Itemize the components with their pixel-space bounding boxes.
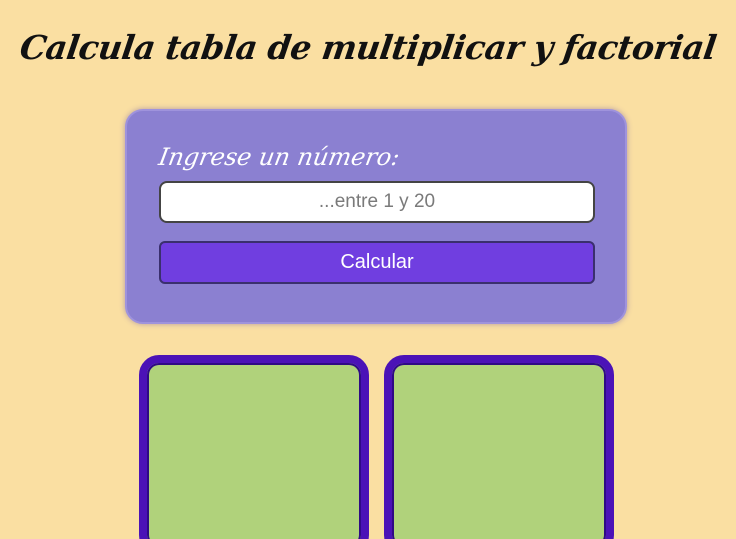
number-label: Ingrese un número: — [156, 143, 403, 171]
calculate-button[interactable]: Calcular — [159, 241, 595, 284]
multiplication-table-panel — [139, 355, 369, 539]
number-input[interactable] — [159, 181, 595, 223]
factorial-panel — [384, 355, 614, 539]
page: Calcula tabla de multiplicar y factorial… — [0, 0, 736, 539]
input-form-card: Ingrese un número: Calcular — [125, 109, 627, 324]
page-title: Calcula tabla de multiplicar y factorial — [17, 28, 719, 67]
